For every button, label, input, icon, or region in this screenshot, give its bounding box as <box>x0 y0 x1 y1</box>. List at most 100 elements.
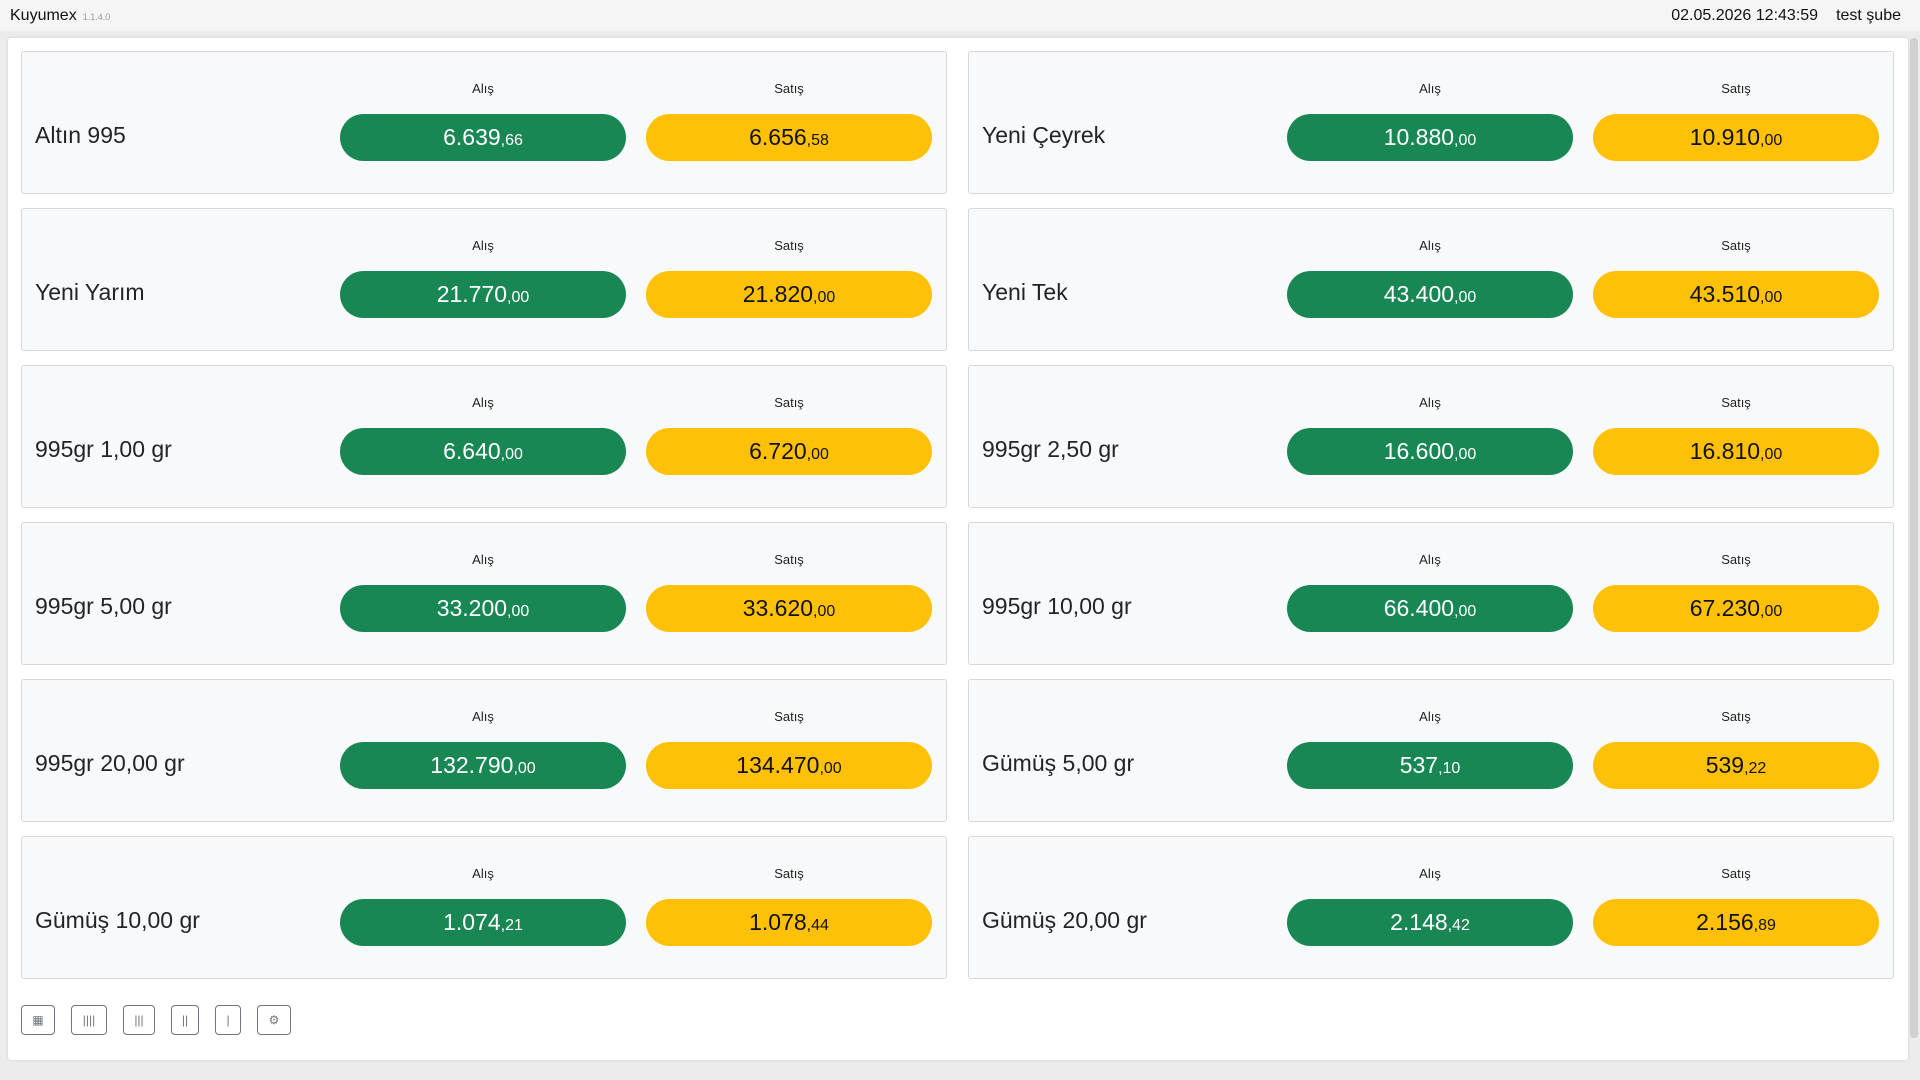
sell-column: Satış 1.078,44 <box>646 867 932 946</box>
product-name: Gümüş 10,00 gr <box>35 907 200 933</box>
buy-label: Alış <box>1419 81 1441 96</box>
layout-grid-button[interactable]: ▦ <box>21 1005 55 1035</box>
price-card: Yeni Yarım Alış 21.770,00 Satış 21.820,0… <box>21 208 947 351</box>
sell-label: Satış <box>774 866 804 881</box>
buy-price-integer: 132.790 <box>430 752 514 778</box>
product-name: 995gr 2,50 gr <box>982 436 1119 462</box>
sell-price-integer: 6.720 <box>749 438 807 464</box>
buy-price-integer: 43.400 <box>1383 281 1455 307</box>
buy-label: Alış <box>472 552 494 567</box>
buy-price-decimal: ,00 <box>500 445 523 463</box>
buy-price: 16.600,00 <box>1287 428 1573 475</box>
sell-price: 2.156,89 <box>1593 899 1879 946</box>
buy-price: 10.880,00 <box>1287 114 1573 161</box>
sell-price-decimal: ,00 <box>1760 602 1783 620</box>
buy-label: Alış <box>1419 238 1441 253</box>
top-bar: Kuyumex 1.1.4.0 02.05.2026 12:43:59 test… <box>0 0 1920 31</box>
sell-price: 10.910,00 <box>1593 114 1879 161</box>
price-card: 995gr 2,50 gr Alış 16.600,00 Satış 16.81… <box>968 365 1894 508</box>
sell-price: 33.620,00 <box>646 585 932 632</box>
product-name: 995gr 5,00 gr <box>35 593 172 619</box>
buy-column: Alış 10.880,00 <box>1287 82 1573 161</box>
price-card: Yeni Tek Alış 43.400,00 Satış 43.510,00 <box>968 208 1894 351</box>
product-name: Yeni Tek <box>982 279 1068 305</box>
sell-label: Satış <box>774 709 804 724</box>
sell-price: 539,22 <box>1593 742 1879 789</box>
sell-label: Satış <box>1721 866 1751 881</box>
buy-label: Alış <box>1419 866 1441 881</box>
gear-icon: ⚙ <box>268 1013 280 1027</box>
layout-3-columns-button[interactable]: ||| <box>123 1005 155 1035</box>
buy-price-decimal: ,00 <box>1454 131 1477 149</box>
buy-price: 132.790,00 <box>340 742 626 789</box>
buy-price-decimal: ,00 <box>507 288 530 306</box>
sell-column: Satış 10.910,00 <box>1593 82 1879 161</box>
buy-price: 66.400,00 <box>1287 585 1573 632</box>
sell-column: Satış 134.470,00 <box>646 710 932 789</box>
scrollbar[interactable] <box>1910 38 1918 1038</box>
sell-price: 21.820,00 <box>646 271 932 318</box>
sell-price-decimal: ,00 <box>819 759 842 777</box>
settings-button[interactable]: ⚙ <box>257 1005 291 1035</box>
price-card: Gümüş 10,00 gr Alış 1.074,21 Satış 1.078… <box>21 836 947 979</box>
sell-price: 16.810,00 <box>1593 428 1879 475</box>
sell-label: Satış <box>774 395 804 410</box>
buy-column: Alış 16.600,00 <box>1287 396 1573 475</box>
sell-column: Satış 43.510,00 <box>1593 239 1879 318</box>
sell-price-decimal: ,00 <box>1760 131 1783 149</box>
buy-label: Alış <box>472 81 494 96</box>
price-card: Gümüş 5,00 gr Alış 537,10 Satış 539,22 <box>968 679 1894 822</box>
sell-price-integer: 1.078 <box>749 909 807 935</box>
buy-price: 6.639,66 <box>340 114 626 161</box>
columns-3-icon: ||| <box>134 1013 144 1027</box>
price-card: 995gr 10,00 gr Alış 66.400,00 Satış 67.2… <box>968 522 1894 665</box>
buy-column: Alış 43.400,00 <box>1287 239 1573 318</box>
sell-label: Satış <box>774 81 804 96</box>
brand: Kuyumex 1.1.4.0 <box>10 7 110 25</box>
buy-price: 6.640,00 <box>340 428 626 475</box>
layout-4-columns-button[interactable]: |||| <box>71 1005 107 1035</box>
sell-price-decimal: ,00 <box>1760 445 1783 463</box>
sell-price-integer: 21.820 <box>742 281 814 307</box>
layout-toolbar: ▦ |||| ||| || | ⚙ <box>21 1005 291 1035</box>
columns-4-icon: |||| <box>82 1013 96 1027</box>
layout-2-columns-button[interactable]: || <box>171 1005 199 1035</box>
sell-label: Satış <box>774 552 804 567</box>
sell-price: 6.656,58 <box>646 114 932 161</box>
buy-price: 537,10 <box>1287 742 1573 789</box>
buy-price: 33.200,00 <box>340 585 626 632</box>
sell-label: Satış <box>1721 81 1751 96</box>
price-card: 995gr 1,00 gr Alış 6.640,00 Satış 6.720,… <box>21 365 947 508</box>
buy-price-integer: 16.600 <box>1383 438 1455 464</box>
buy-price-integer: 10.880 <box>1383 124 1455 150</box>
columns-2-icon: || <box>181 1013 189 1027</box>
buy-price-integer: 537 <box>1399 752 1439 778</box>
sell-price-integer: 67.230 <box>1689 595 1761 621</box>
sell-price-decimal: ,44 <box>806 916 829 934</box>
buy-price-decimal: ,21 <box>500 916 523 934</box>
buy-price-integer: 21.770 <box>436 281 508 307</box>
product-name: Gümüş 20,00 gr <box>982 907 1147 933</box>
sell-column: Satış 539,22 <box>1593 710 1879 789</box>
sell-column: Satış 6.656,58 <box>646 82 932 161</box>
app-version: 1.1.4.0 <box>82 11 111 22</box>
sell-price-decimal: ,00 <box>806 445 829 463</box>
product-name: 995gr 10,00 gr <box>982 593 1132 619</box>
buy-price: 21.770,00 <box>340 271 626 318</box>
price-card: Gümüş 20,00 gr Alış 2.148,42 Satış 2.156… <box>968 836 1894 979</box>
buy-price-decimal: ,42 <box>1447 916 1470 934</box>
product-name: Gümüş 5,00 gr <box>982 750 1135 776</box>
buy-price: 43.400,00 <box>1287 271 1573 318</box>
sell-price-integer: 33.620 <box>742 595 814 621</box>
layout-1-column-button[interactable]: | <box>215 1005 241 1035</box>
sell-column: Satış 6.720,00 <box>646 396 932 475</box>
buy-price: 2.148,42 <box>1287 899 1573 946</box>
buy-column: Alış 33.200,00 <box>340 553 626 632</box>
buy-label: Alış <box>472 866 494 881</box>
buy-price-decimal: ,00 <box>507 602 530 620</box>
buy-column: Alış 6.640,00 <box>340 396 626 475</box>
price-card: Yeni Çeyrek Alış 10.880,00 Satış 10.910,… <box>968 51 1894 194</box>
header-info: 02.05.2026 12:43:59 test şube <box>1671 7 1901 25</box>
buy-label: Alış <box>472 709 494 724</box>
columns-1-icon: | <box>226 1013 230 1027</box>
